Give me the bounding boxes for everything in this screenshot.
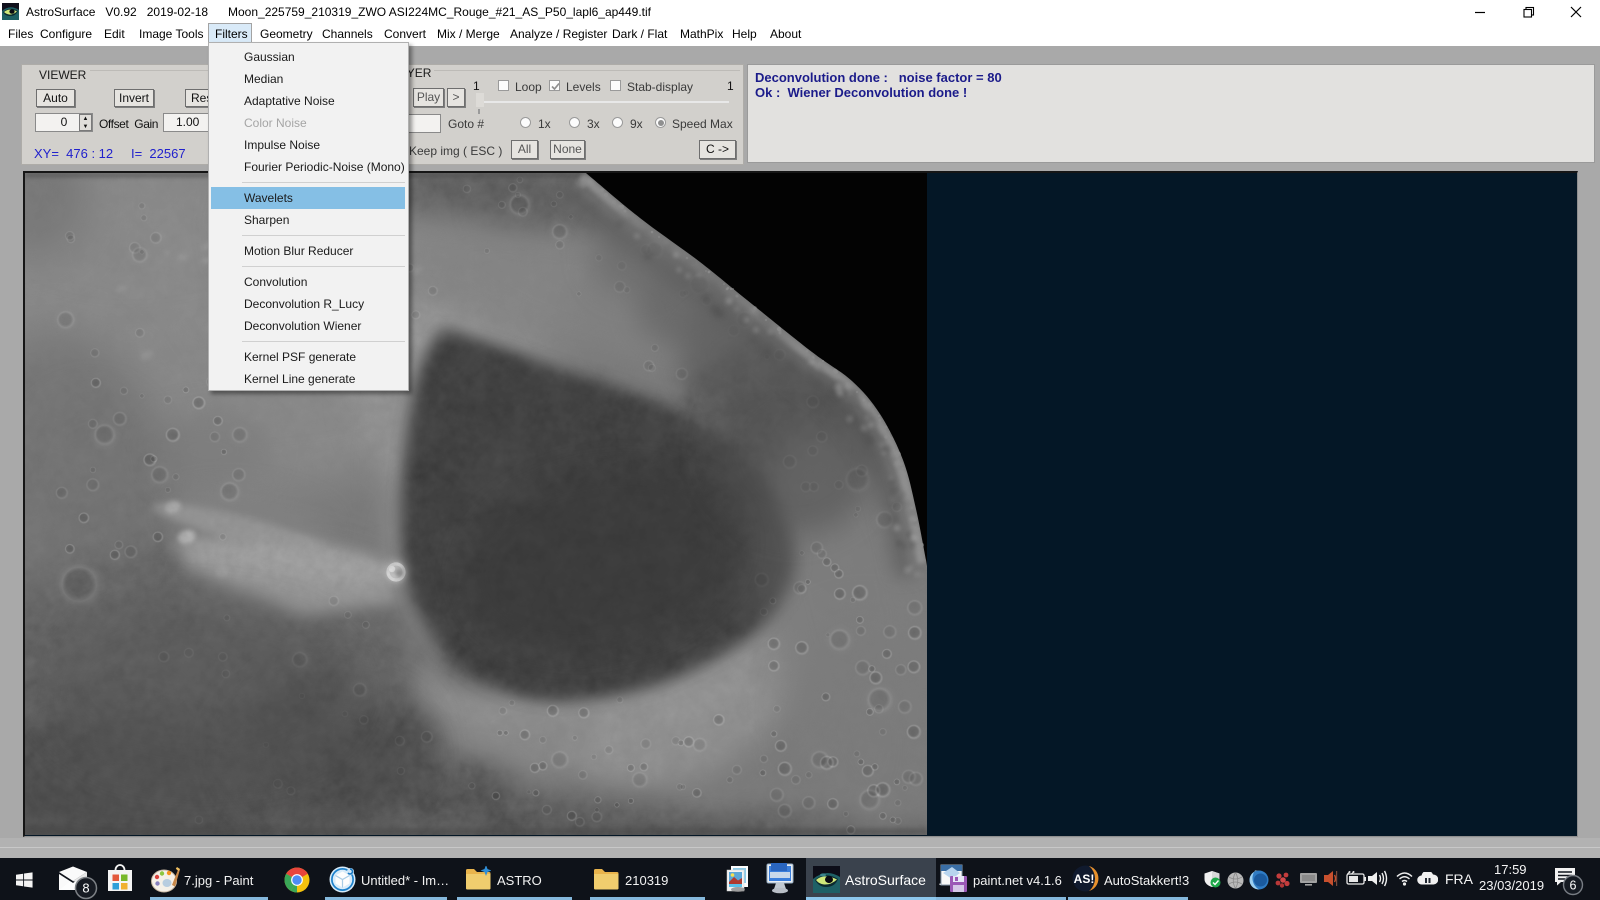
svg-text:6: 6 [1570, 879, 1577, 893]
svg-text:AS!: AS! [1074, 872, 1095, 886]
svg-text:8: 8 [82, 881, 89, 896]
